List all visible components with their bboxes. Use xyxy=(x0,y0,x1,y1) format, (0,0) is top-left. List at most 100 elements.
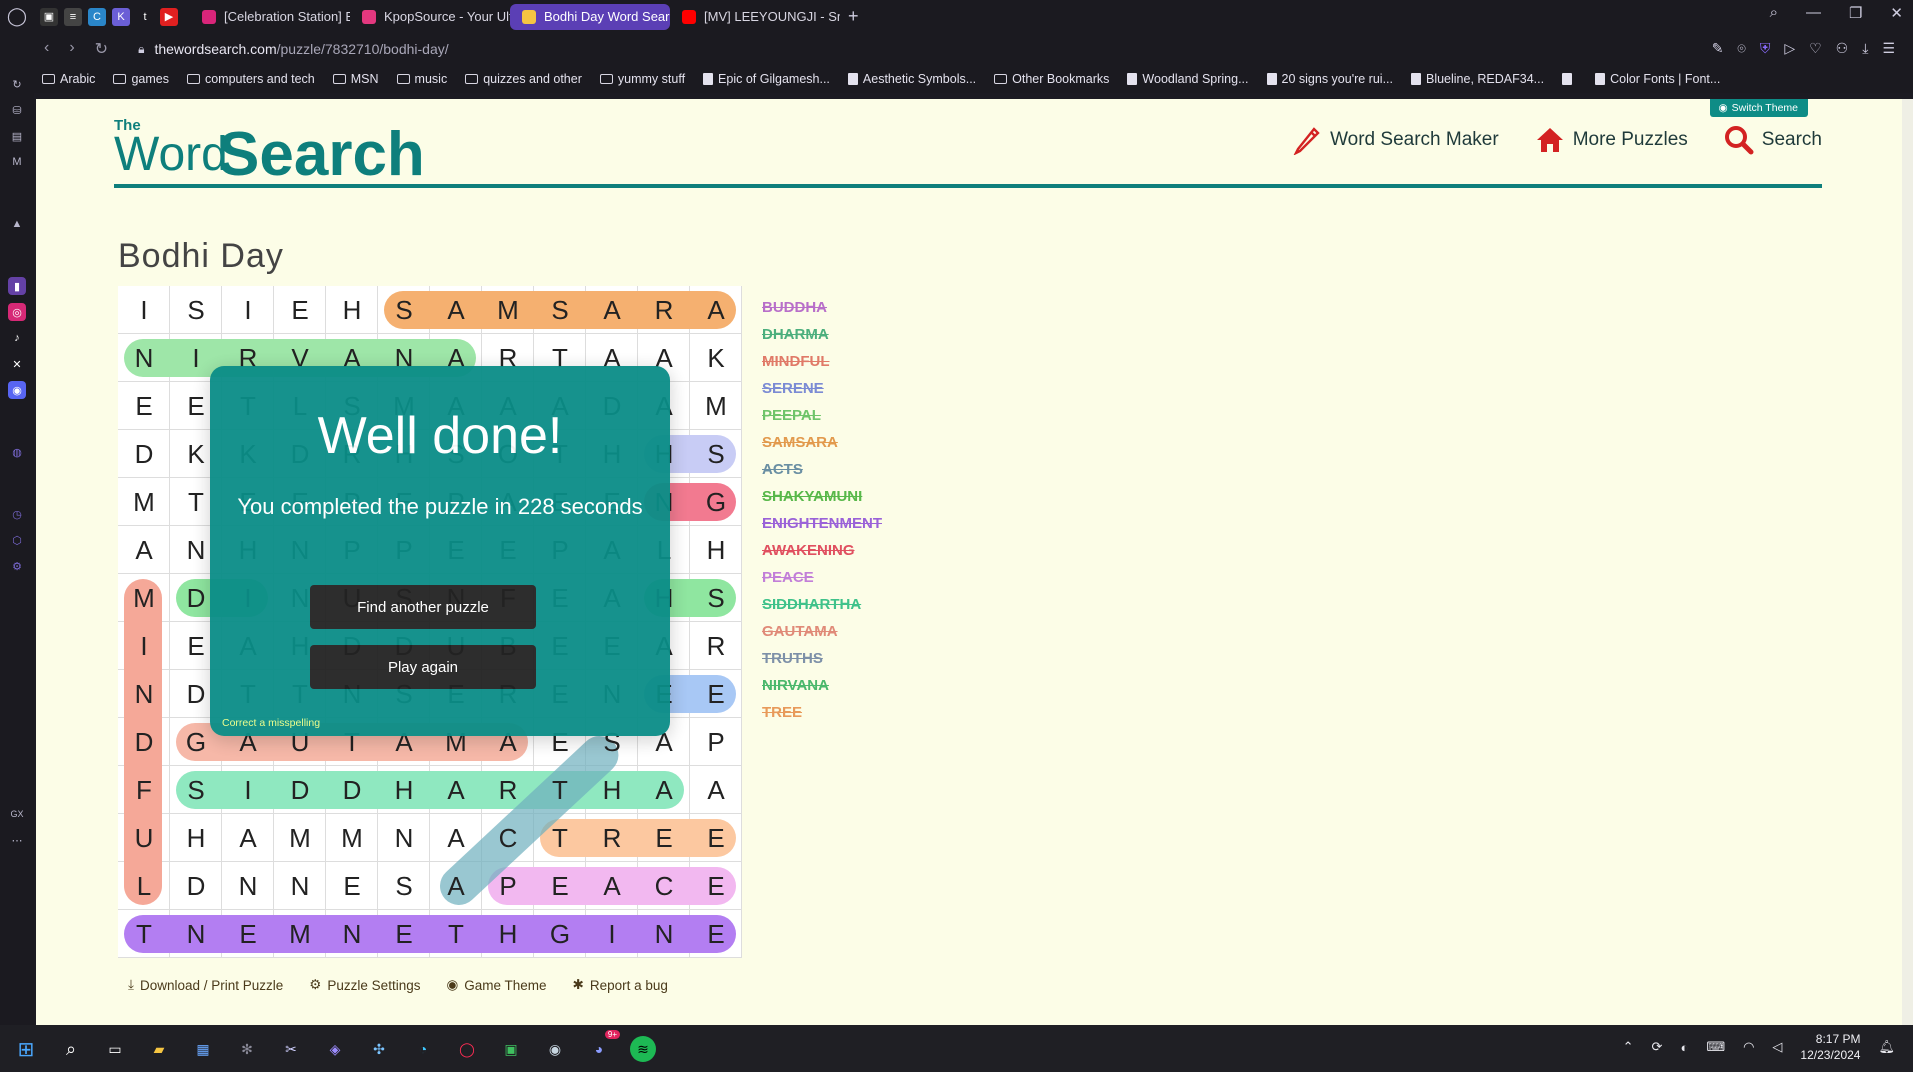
pinned-tab-icon[interactable]: C xyxy=(88,7,106,26)
pinned-tab-icon[interactable]: K xyxy=(112,7,130,26)
grid-letter: S xyxy=(395,870,413,901)
app-icon[interactable]: ✻ xyxy=(234,1036,260,1062)
new-tab-icon[interactable]: + xyxy=(840,6,867,27)
heart-icon[interactable]: ♡ xyxy=(1809,40,1822,57)
gx-icon[interactable]: GX xyxy=(8,805,26,823)
opera-menu-icon[interactable]: ◯ xyxy=(0,6,34,27)
vpn-shield-icon[interactable]: ⛨ xyxy=(1760,40,1771,57)
word-list-item: SAMSARA xyxy=(762,434,838,451)
bookmark-label: music xyxy=(414,72,448,86)
search-tabs-icon[interactable]: ⌕ xyxy=(1770,4,1778,22)
workspace-icon[interactable]: ▤ xyxy=(8,127,26,145)
clock[interactable]: 8:17 PM 12/23/2024 xyxy=(1800,1031,1860,1063)
maximize-icon[interactable]: ❐ xyxy=(1849,4,1862,22)
bookmark-item[interactable] xyxy=(1562,73,1577,85)
bookmark-item[interactable]: Color Fonts | Font... xyxy=(1595,72,1720,86)
bookmark-item[interactable]: music xyxy=(396,72,448,86)
tab-bodhi-day-word-search[interactable]: Bodhi Day Word Search xyxy=(510,3,670,30)
gamepad-icon[interactable]: ◈ xyxy=(322,1036,348,1062)
bookmark-item[interactable]: yummy stuff xyxy=(599,72,685,86)
app-tray-icon[interactable]: ◐ xyxy=(1680,1040,1688,1055)
wifi-icon[interactable]: ◠ xyxy=(1743,1039,1754,1055)
bookmark-item[interactable]: computers and tech xyxy=(186,72,315,86)
reload-icon[interactable]: ↻ xyxy=(95,39,108,59)
search-icon[interactable]: ⌕ xyxy=(58,1036,84,1062)
camera-icon[interactable]: ⌾ xyxy=(1737,40,1745,57)
bookmark-item[interactable]: Aesthetic Symbols... xyxy=(847,72,976,86)
bookmark-item[interactable]: Other Bookmarks xyxy=(994,72,1109,86)
twitch-icon[interactable]: ▮ xyxy=(8,277,26,295)
edit-icon[interactable]: ✎ xyxy=(1712,40,1724,57)
aria-ai-icon[interactable]: ▲ xyxy=(8,215,26,233)
send-icon[interactable]: ▷ xyxy=(1784,40,1795,57)
switch-theme-button[interactable]: ◉ Switch Theme xyxy=(1710,99,1808,117)
history-icon[interactable]: ↻ xyxy=(8,75,26,93)
find-another-puzzle-button[interactable]: Find another puzzle xyxy=(310,585,536,629)
file-explorer-icon[interactable]: ▰ xyxy=(146,1036,172,1062)
url-field[interactable]: 🔒︎ thewordsearch.com/puzzle/7832710/bodh… xyxy=(138,41,449,57)
steam-icon[interactable]: ◉ xyxy=(542,1036,568,1062)
discord-icon[interactable]: ◉ xyxy=(8,381,26,399)
sync-icon[interactable]: ⟳ xyxy=(1652,1039,1663,1055)
opera-gx-icon[interactable]: ◯ xyxy=(454,1036,480,1062)
windows-start-icon[interactable]: ⊞ xyxy=(13,1036,39,1062)
pinned-tab-icon[interactable]: ▣ xyxy=(40,7,58,26)
terminal-icon[interactable]: ▣ xyxy=(498,1036,524,1062)
bookmark-item[interactable]: Arabic xyxy=(42,72,95,86)
bookmark-item[interactable]: Blueline, REDAF34... xyxy=(1410,72,1544,86)
menu-icon[interactable]: ☰ xyxy=(1882,40,1895,57)
pinned-tab-icon[interactable]: ▶ xyxy=(160,7,178,26)
settings-icon[interactable]: ⚙ xyxy=(8,557,26,575)
word-search-maker-link[interactable]: Word Search Maker xyxy=(1292,125,1499,155)
page-scrollbar[interactable] xyxy=(1902,99,1913,1025)
task-view-icon[interactable]: ▭ xyxy=(102,1036,128,1062)
more-icon[interactable]: ⋯ xyxy=(8,831,26,849)
back-icon[interactable]: ‹ xyxy=(44,39,49,59)
store-icon[interactable]: ▦ xyxy=(190,1036,216,1062)
search-link[interactable]: Search xyxy=(1724,125,1822,155)
volume-icon[interactable]: ◁ xyxy=(1772,1039,1782,1055)
notifications-icon[interactable]: 🔔︎ xyxy=(1878,1039,1895,1055)
messenger-icon[interactable]: M xyxy=(8,153,26,171)
bookmark-item[interactable]: Woodland Spring... xyxy=(1127,72,1249,86)
minimize-icon[interactable]: — xyxy=(1806,4,1821,22)
instagram-icon[interactable]: ◎ xyxy=(8,303,26,321)
network-app-icon[interactable]: ✣ xyxy=(366,1036,392,1062)
grid-letter: E xyxy=(239,918,257,949)
snipping-tool-icon[interactable]: ✂ xyxy=(278,1036,304,1062)
bookmark-item[interactable]: quizzes and other xyxy=(465,72,582,86)
more-puzzles-link[interactable]: More Puzzles xyxy=(1535,125,1688,155)
x-icon[interactable]: ✕ xyxy=(8,355,26,373)
tiktok-icon[interactable]: ♪ xyxy=(8,329,26,347)
pinned-tab-icon[interactable]: ≡ xyxy=(64,7,82,26)
spotify-icon[interactable]: ≋ xyxy=(630,1036,656,1062)
music-player-icon[interactable]: ◍ xyxy=(8,443,26,461)
tab-kpopsource[interactable]: KpopSource - Your Ultimat xyxy=(350,4,510,30)
bookmark-item[interactable]: Epic of Gilgamesh... xyxy=(703,72,830,86)
switch-theme-label: Switch Theme xyxy=(1731,102,1798,114)
aria-icon[interactable]: ⛁ xyxy=(8,101,26,119)
clock-icon[interactable]: ◷ xyxy=(8,505,26,523)
download-print-link[interactable]: ⤓ Download / Print Puzzle xyxy=(128,977,283,993)
bookmark-item[interactable]: MSN xyxy=(332,72,379,86)
report-bug-link[interactable]: ✱ Report a bug xyxy=(573,977,668,993)
play-again-button[interactable]: Play again xyxy=(310,645,536,689)
forward-icon[interactable]: › xyxy=(69,39,74,59)
edge-icon[interactable]: ◔ xyxy=(410,1036,436,1062)
tab-leeyoungji[interactable]: [MV] LEEYOUNGJI - Small xyxy=(670,4,840,30)
bookmark-item[interactable]: 20 signs you're rui... xyxy=(1266,72,1393,86)
tab-celebration-station[interactable]: [Celebration Station] Bodh xyxy=(190,4,350,30)
download-icon[interactable]: ⤓ xyxy=(1862,40,1868,57)
pinned-tab-icon[interactable]: t xyxy=(136,7,154,26)
close-icon[interactable]: ✕ xyxy=(1890,4,1903,22)
correct-misspelling-link[interactable]: Correct a misspelling xyxy=(222,717,320,729)
word-list-item: NIRVANA xyxy=(762,677,829,694)
cube-icon[interactable]: ⬡ xyxy=(8,531,26,549)
puzzle-settings-link[interactable]: ⚙ Puzzle Settings xyxy=(309,977,420,993)
profile-icon[interactable]: ⚇ xyxy=(1836,40,1849,57)
game-theme-link[interactable]: ◉ Game Theme xyxy=(446,977,546,993)
discord-icon[interactable]: ◕ 9+ xyxy=(586,1030,620,1062)
keyboard-icon[interactable]: ⌨ xyxy=(1706,1039,1725,1055)
chevron-up-icon[interactable]: ⌃ xyxy=(1623,1039,1634,1055)
bookmark-item[interactable]: games xyxy=(113,72,169,86)
